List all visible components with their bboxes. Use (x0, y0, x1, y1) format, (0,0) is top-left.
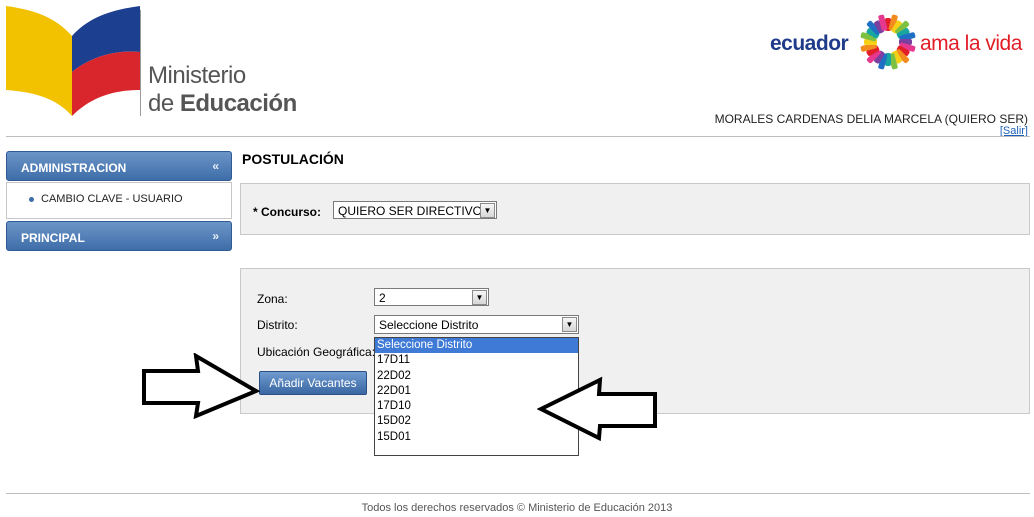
distrito-label: Distrito: (257, 318, 298, 332)
footer-text: Todos los derechos reservados © Minister… (361, 502, 673, 514)
concurso-select[interactable]: QUIERO SER DIRECTIVO 2 ▼ (333, 201, 497, 219)
distrito-option[interactable]: Seleccione Distrito (375, 338, 578, 354)
right-arrow-annotation (142, 353, 260, 419)
chevron-up-icon: « (212, 159, 219, 173)
ubicacion-label: Ubicación Geográfica: (257, 345, 376, 359)
left-arrow-annotation (537, 376, 657, 442)
distrito-option[interactable]: 17D11 (375, 353, 578, 368)
footer-separator (6, 493, 1030, 494)
distrito-select-value: Seleccione Distrito (379, 318, 479, 332)
bullet-icon (29, 196, 34, 202)
sidebar-section-administracion[interactable]: ADMINISTRACION « (6, 151, 232, 181)
slogan-ama-la-vida: ama la vida (920, 32, 1022, 55)
sidebar-section-label: ADMINISTRACION (21, 161, 127, 175)
sidebar-item-cambio-clave[interactable]: CAMBIO CLAVE - USUARIO (29, 193, 183, 205)
zona-select[interactable]: 2 ▼ (374, 288, 489, 306)
add-vacancies-button[interactable]: Añadir Vacantes (259, 371, 367, 395)
header-separator (6, 136, 1030, 137)
page-title: POSTULACIÓN (242, 151, 344, 167)
brand-line-2: de Educación (148, 90, 297, 118)
brand-line-1: Ministerio (148, 62, 246, 89)
zona-label: Zona: (257, 292, 288, 306)
brand-line-2-prefix: de (148, 90, 180, 117)
dropdown-arrow-icon: ▼ (562, 317, 577, 332)
sidebar-section-label: PRINCIPAL (21, 231, 85, 245)
dropdown-arrow-icon: ▼ (472, 290, 487, 305)
distrito-select[interactable]: Seleccione Distrito ▼ (374, 315, 579, 334)
ecuador-sun-logo (860, 14, 916, 70)
slogan-ecuador: ecuador (770, 32, 849, 55)
dropdown-arrow-icon: ▼ (480, 203, 495, 218)
ministerio-flag-logo (6, 6, 140, 116)
brand-line-2-bold: Educación (179, 90, 297, 117)
zona-select-value: 2 (379, 291, 386, 305)
chevron-down-icon: » (212, 229, 219, 243)
sidebar-item-label: CAMBIO CLAVE - USUARIO (41, 193, 183, 205)
sidebar-section-principal[interactable]: PRINCIPAL » (6, 221, 232, 251)
user-name: MORALES CARDENAS DELIA MARCELA (QUIERO S… (714, 112, 1028, 126)
header-divider (140, 10, 141, 116)
concurso-select-value: QUIERO SER DIRECTIVO 2 (338, 204, 493, 218)
sidebar-section-body: CAMBIO CLAVE - USUARIO (6, 182, 232, 219)
concurso-label: * Concurso: (253, 205, 322, 219)
